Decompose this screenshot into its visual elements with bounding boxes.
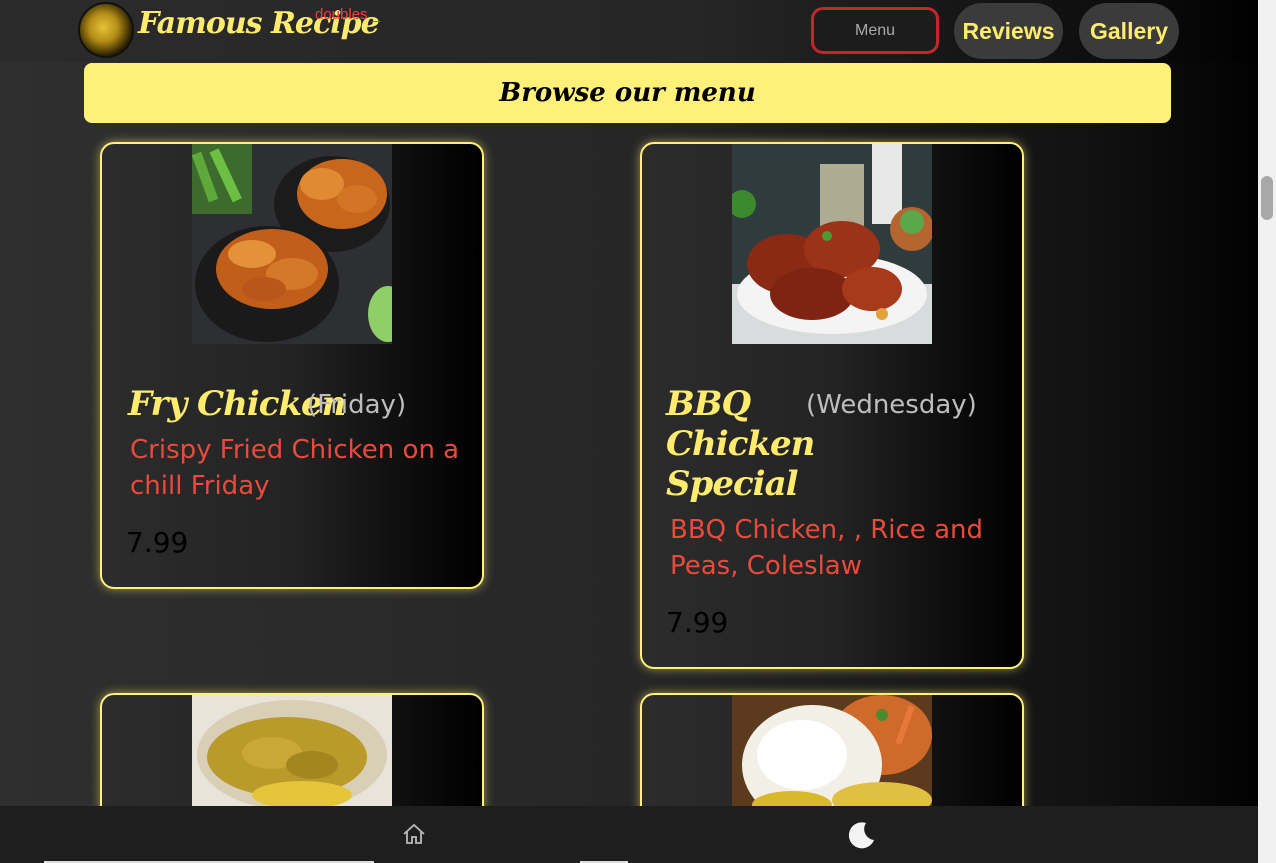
- dish-description: Crispy Fried Chicken on a chill Friday: [130, 435, 460, 501]
- dish-description: BBQ Chicken, , Rice and Peas, Coleslaw: [670, 515, 983, 581]
- nav-menu-button[interactable]: Menu: [811, 7, 939, 54]
- menu-banner: Browse our menu: [84, 63, 1171, 123]
- fried-chicken-photo: [192, 144, 392, 344]
- menu-card: BBQ Chicken Special (Wednesday) BBQ Chic…: [640, 142, 1024, 669]
- home-icon[interactable]: [402, 823, 426, 849]
- scrollbar[interactable]: [1258, 0, 1276, 863]
- brand-logo[interactable]: [78, 2, 134, 58]
- top-navbar: Famous Recipe doubles _ Menu Reviews Gal…: [0, 0, 1258, 62]
- dish-day: (Friday): [307, 390, 407, 420]
- scrollbar-thumb[interactable]: [1261, 176, 1273, 220]
- menu-card: Fry Chicken (Friday) Crispy Fried Chicke…: [100, 142, 484, 589]
- bottom-nav: [0, 806, 1258, 863]
- bbq-chicken-photo: [732, 144, 932, 344]
- brand-tagline: doubles _: [315, 6, 381, 23]
- dish-price: 7.99: [126, 526, 189, 559]
- dish-price: 7.99: [666, 606, 729, 639]
- nav-gallery-button[interactable]: Gallery: [1079, 3, 1179, 59]
- nav-reviews-button[interactable]: Reviews: [954, 3, 1063, 59]
- dish-day: (Wednesday): [806, 390, 977, 420]
- dish-name: BBQ Chicken Special: [666, 384, 815, 504]
- moon-icon[interactable]: [846, 820, 876, 854]
